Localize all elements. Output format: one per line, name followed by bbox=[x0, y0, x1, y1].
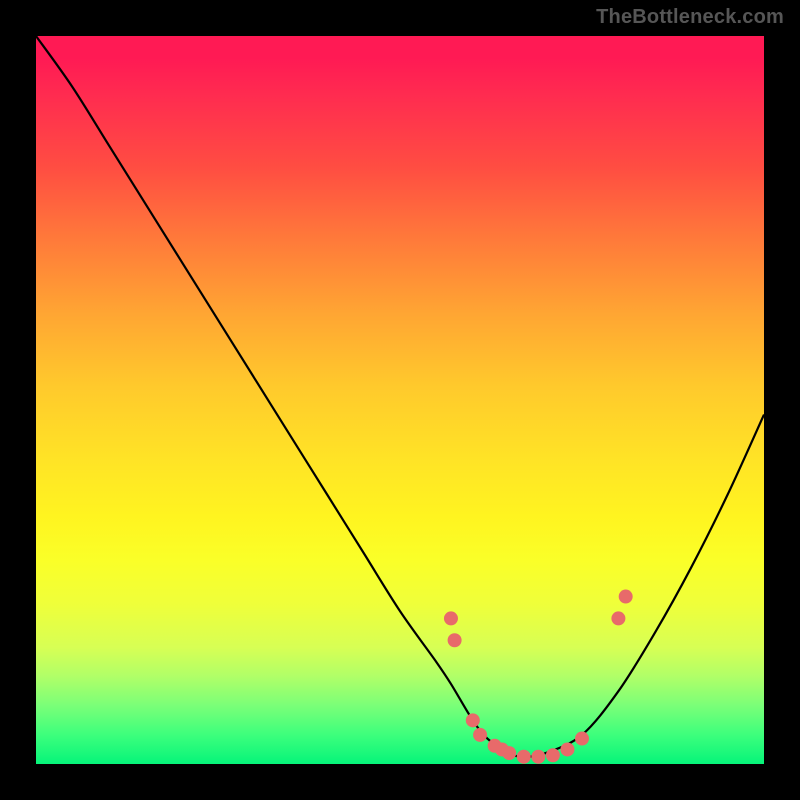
plot-area bbox=[36, 36, 764, 764]
bottleneck-curve-path bbox=[36, 36, 764, 757]
marker-point bbox=[502, 746, 516, 760]
marker-point bbox=[611, 611, 625, 625]
marker-point bbox=[560, 742, 574, 756]
marker-point bbox=[619, 590, 633, 604]
chart-svg bbox=[36, 36, 764, 764]
marker-point bbox=[466, 713, 480, 727]
watermark-text: TheBottleneck.com bbox=[596, 6, 784, 29]
marker-point bbox=[575, 732, 589, 746]
marker-point bbox=[531, 750, 545, 764]
marker-group bbox=[444, 590, 633, 764]
marker-point bbox=[546, 748, 560, 762]
marker-point bbox=[444, 611, 458, 625]
marker-point bbox=[448, 633, 462, 647]
marker-point bbox=[517, 750, 531, 764]
marker-point bbox=[473, 728, 487, 742]
chart-frame: TheBottleneck.com bbox=[0, 0, 800, 800]
